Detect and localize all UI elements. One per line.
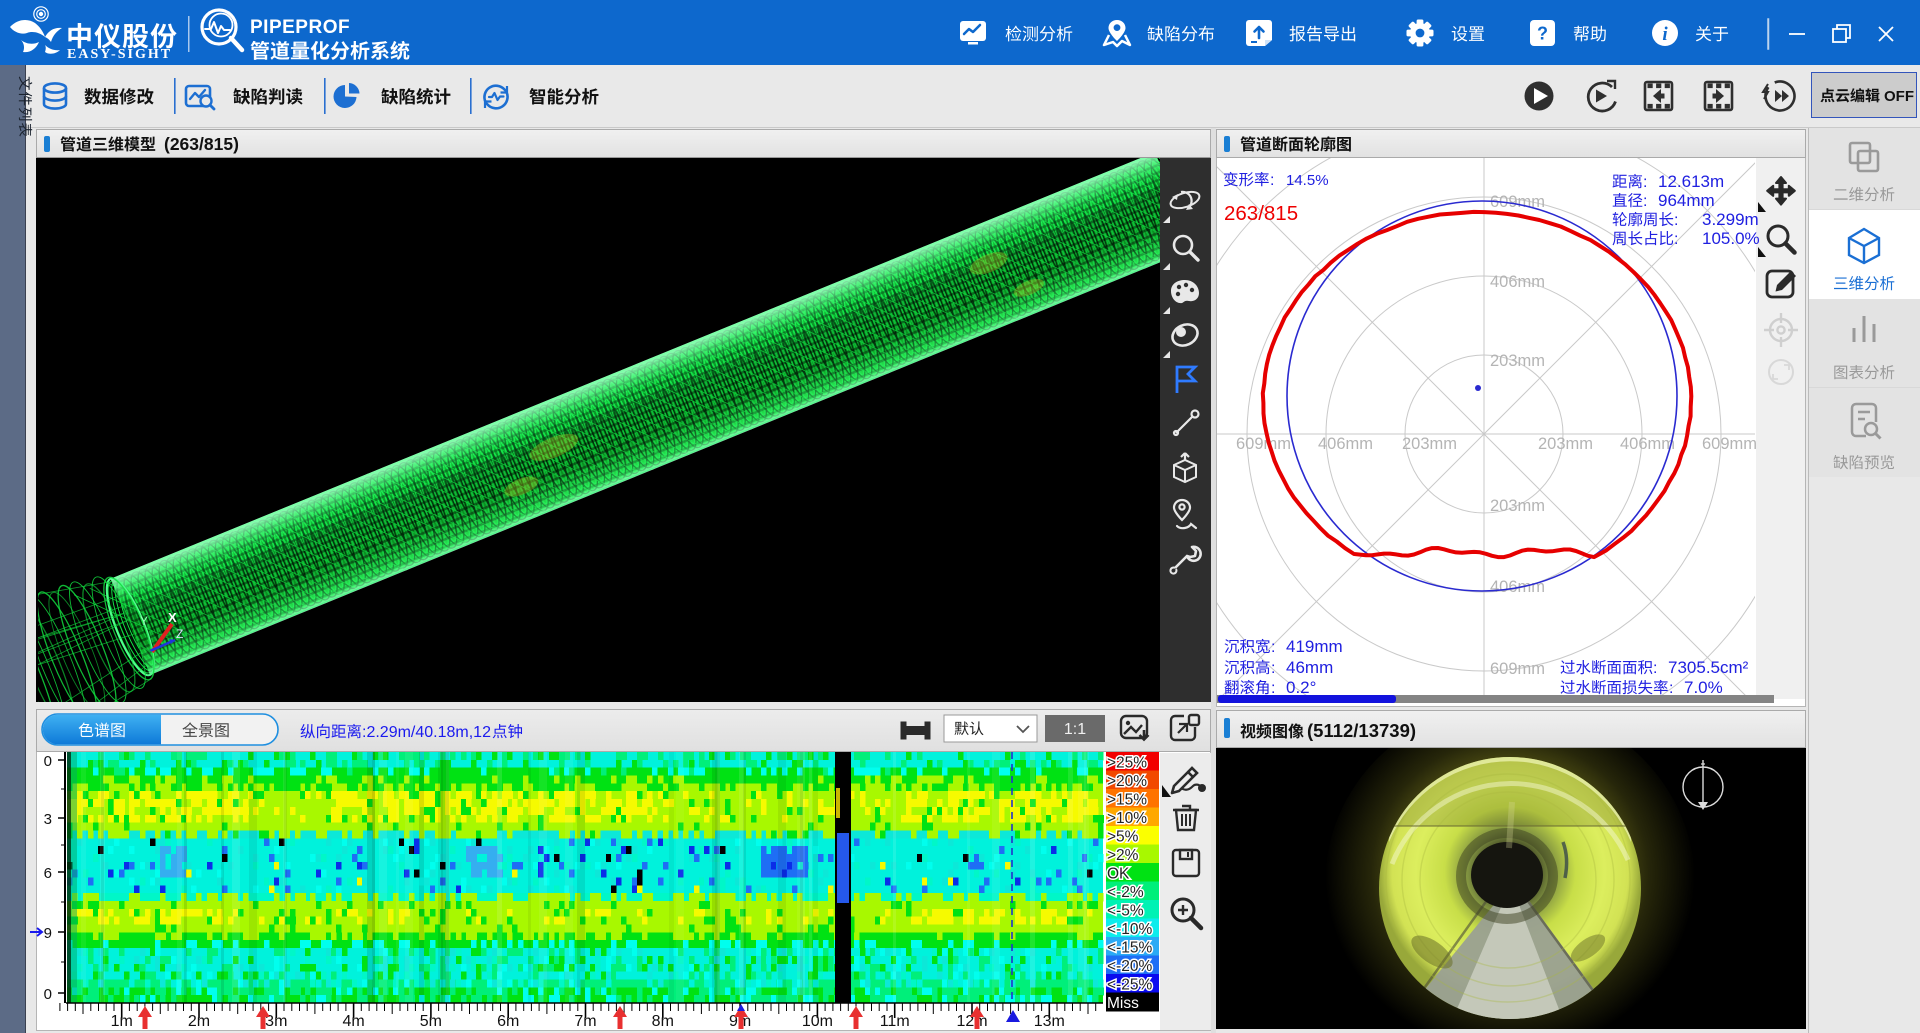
svg-text:406mm: 406mm [1490, 273, 1545, 291]
svg-text:203mm: 203mm [1490, 352, 1545, 370]
svg-text:>20%: >20% [1107, 773, 1147, 790]
svg-text:7m: 7m [574, 1013, 596, 1030]
svg-text:0: 0 [44, 986, 52, 1003]
svg-text:6: 6 [44, 865, 52, 882]
svg-text:203mm: 203mm [1490, 497, 1545, 515]
svg-text:1:1: 1:1 [1064, 721, 1086, 738]
svg-text:Miss: Miss [1107, 995, 1139, 1012]
svg-text:X: X [168, 610, 177, 625]
svg-text:>2%: >2% [1107, 847, 1139, 864]
svg-text:<-20%: <-20% [1107, 958, 1152, 975]
svg-text:5m: 5m [420, 1013, 442, 1030]
svg-text:406mm: 406mm [1620, 435, 1675, 453]
svg-text:Y: Y [140, 614, 148, 628]
svg-text:i: i [1662, 24, 1668, 45]
svg-text:<-5%: <-5% [1107, 903, 1144, 920]
svg-text:203mm: 203mm [1402, 435, 1457, 453]
svg-text:11m: 11m [880, 1013, 910, 1030]
svg-text:9: 9 [44, 925, 52, 942]
svg-text:2m: 2m [188, 1013, 210, 1030]
svg-text:1m: 1m [111, 1013, 133, 1030]
svg-text:406mm: 406mm [1318, 435, 1373, 453]
svg-text:609mm: 609mm [1236, 435, 1291, 453]
svg-text:>25%: >25% [1107, 755, 1147, 772]
svg-text:609mm: 609mm [1702, 435, 1757, 453]
svg-text:13m: 13m [1034, 1013, 1065, 1030]
svg-text:10m: 10m [802, 1013, 833, 1030]
svg-text:OK: OK [1107, 866, 1130, 883]
svg-text:<-25%: <-25% [1107, 977, 1152, 994]
svg-text:609mm: 609mm [1490, 660, 1545, 678]
svg-text:0: 0 [44, 753, 52, 770]
svg-text:Z: Z [176, 627, 183, 641]
svg-text:6m: 6m [497, 1013, 519, 1030]
svg-text:?: ? [1537, 24, 1548, 44]
svg-text:3: 3 [44, 811, 52, 828]
svg-text:>10%: >10% [1107, 810, 1147, 827]
svg-text:8m: 8m [652, 1013, 674, 1030]
svg-text:<-15%: <-15% [1107, 940, 1152, 957]
svg-text:>5%: >5% [1107, 829, 1139, 846]
svg-text:<-10%: <-10% [1107, 921, 1152, 938]
svg-text:203mm: 203mm [1538, 435, 1593, 453]
svg-text:>15%: >15% [1107, 792, 1147, 809]
svg-text:<-2%: <-2% [1107, 884, 1144, 901]
svg-text:4m: 4m [342, 1013, 364, 1030]
